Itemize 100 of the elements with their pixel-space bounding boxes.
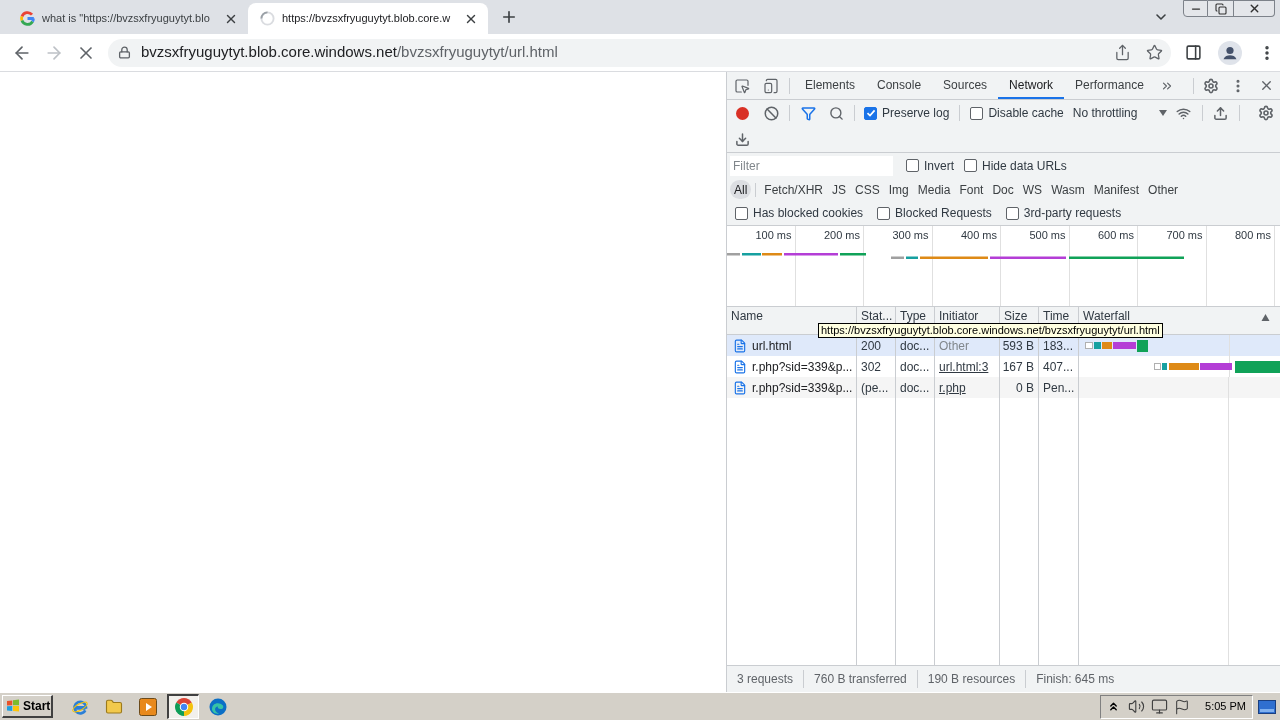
- checkbox-label[interactable]: Disable cache: [988, 104, 1064, 122]
- devtools-tab[interactable]: Sources: [932, 72, 999, 99]
- column-header[interactable]: Name: [731, 309, 763, 323]
- side-panel-icon[interactable]: [1185, 44, 1202, 61]
- g-logo-icon: [20, 11, 35, 26]
- checkbox[interactable]: [735, 206, 748, 220]
- sort-triangle-icon[interactable]: [1261, 314, 1270, 321]
- new-tab-icon[interactable]: [500, 8, 518, 26]
- column-header[interactable]: Initiator: [939, 309, 979, 323]
- clock-text[interactable]: 5:05 PM: [1205, 698, 1246, 715]
- time-tick-label: 100 ms: [755, 229, 792, 242]
- filter-input[interactable]: Filter: [730, 155, 893, 176]
- checkbox-label[interactable]: Has blocked cookies: [753, 204, 864, 222]
- devtools-tab[interactable]: Elements: [794, 72, 867, 99]
- circle-logo-icon[interactable]: [174, 698, 193, 716]
- column-header[interactable]: Time: [1043, 309, 1070, 323]
- url-host-text: bvzsxfryuguytyt.blob.core.windows.net: [141, 43, 397, 61]
- inspect-icon[interactable]: [734, 77, 750, 94]
- file-name-text[interactable]: r.php?sid=339&p...: [752, 380, 853, 395]
- type-filter-button[interactable]: Font: [955, 180, 988, 199]
- file-name-text[interactable]: url.html: [752, 338, 792, 353]
- table-cell: Pen...: [1039, 377, 1079, 398]
- type-filter-button[interactable]: Doc: [988, 180, 1018, 199]
- timing-segment: [784, 253, 838, 256]
- type-filter-button[interactable]: Media: [913, 180, 955, 199]
- type-filter-button[interactable]: Wasm: [1047, 180, 1089, 199]
- devtools-tab[interactable]: Performance: [1064, 72, 1155, 99]
- browser-tab[interactable]: what is "https://bvzsxfryuguytyt.blo: [8, 3, 248, 34]
- minimize-button[interactable]: [1183, 0, 1208, 17]
- start-button[interactable]: Start: [2, 695, 53, 718]
- checkbox[interactable]: [970, 106, 984, 120]
- status-text: 190 B resources: [917, 670, 1027, 688]
- restore-icon: [1214, 2, 1227, 15]
- request-row[interactable]: r.php?sid=339&p... (pe... doc... r.php 0 B Pen...: [727, 377, 1280, 398]
- bookmark-star-icon[interactable]: [1146, 44, 1163, 61]
- status-text: 760 B transferred: [804, 670, 918, 688]
- play-icon[interactable]: [139, 697, 157, 716]
- devices-icon[interactable]: [763, 77, 779, 94]
- type-filter-button[interactable]: Img: [884, 180, 913, 199]
- chevrons-up-icon[interactable]: [1107, 700, 1120, 713]
- settings-icon[interactable]: [1203, 77, 1219, 94]
- profile-avatar-icon[interactable]: [1218, 40, 1242, 65]
- speaker-icon[interactable]: [1128, 698, 1145, 715]
- checkbox-label[interactable]: Hide data URLs: [982, 156, 1067, 175]
- checkbox[interactable]: [877, 206, 891, 220]
- table-cell: 0 B: [1000, 377, 1039, 398]
- filter-icon[interactable]: [800, 105, 816, 121]
- settings-icon[interactable]: [1258, 105, 1274, 121]
- upload-icon[interactable]: [1213, 105, 1229, 121]
- flag-icon[interactable]: [1174, 698, 1190, 715]
- type-filter-button[interactable]: Manifest: [1089, 180, 1144, 199]
- type-filter-button[interactable]: All: [730, 180, 752, 199]
- time-tick-label: 400 ms: [960, 229, 997, 242]
- checkbox[interactable]: [906, 159, 919, 172]
- type-filter-button[interactable]: Other: [1144, 180, 1183, 199]
- search-icon[interactable]: [828, 105, 844, 121]
- browser-tab[interactable]: https://bvzsxfryuguytyt.blob.core.w: [248, 3, 488, 34]
- checkbox[interactable]: [1005, 206, 1019, 220]
- initiator-link[interactable]: url.html:3: [939, 359, 989, 374]
- folder-icon[interactable]: [105, 697, 123, 716]
- column-header[interactable]: Waterfall: [1083, 309, 1130, 323]
- checkbox[interactable]: [964, 159, 977, 172]
- time-tick-label: 300 ms: [892, 229, 929, 242]
- initiator-link[interactable]: r.php: [939, 380, 966, 395]
- type-filter-button[interactable]: WS: [1018, 180, 1047, 199]
- monitor-icon[interactable]: [1151, 698, 1168, 715]
- time-tick-label: 200 ms: [823, 229, 860, 242]
- address-bar[interactable]: bvzsxfryuguytyt.blob.core.windows.net/bvzsxfryuguytyt/url.html: [108, 38, 1171, 67]
- file-name-text[interactable]: r.php?sid=339&p...: [752, 359, 853, 374]
- type-filter-button[interactable]: CSS: [851, 180, 884, 199]
- devtools-tab[interactable]: Console: [866, 72, 933, 99]
- checkbox-label[interactable]: Blocked Requests: [895, 204, 992, 222]
- type-filter-button[interactable]: JS: [828, 180, 851, 199]
- column-header[interactable]: Size: [1004, 309, 1028, 323]
- lock-icon[interactable]: [118, 46, 131, 59]
- timing-segment: [840, 253, 866, 256]
- checkbox[interactable]: [864, 106, 877, 120]
- record-icon[interactable]: [735, 106, 749, 120]
- column-header[interactable]: Type: [900, 309, 926, 323]
- initiator-text: Other: [939, 338, 969, 353]
- dropdown-caret-icon: [1158, 110, 1167, 116]
- checkbox-label[interactable]: Invert: [924, 156, 954, 175]
- checkbox-label[interactable]: 3rd-party requests: [1023, 204, 1122, 222]
- checkbox-label[interactable]: Preserve log: [882, 104, 950, 122]
- timing-segment: [727, 253, 740, 256]
- wave-logo-icon[interactable]: [209, 697, 227, 716]
- restore-button[interactable]: [1208, 0, 1234, 17]
- throttling-select[interactable]: No throttling: [1069, 103, 1170, 123]
- prohibited-icon[interactable]: [763, 105, 779, 121]
- share-icon[interactable]: [1114, 44, 1131, 61]
- taskbar-button[interactable]: [167, 694, 199, 719]
- download-icon[interactable]: [734, 131, 750, 147]
- column-header[interactable]: Stat...: [861, 309, 893, 323]
- time-tick-label: 700 ms: [1166, 229, 1203, 242]
- url-path-text: /bvzsxfryuguytyt/url.html: [396, 43, 558, 61]
- close-window-button[interactable]: [1234, 0, 1275, 17]
- wifi-icon[interactable]: [1176, 105, 1192, 121]
- screen-icon[interactable]: [1258, 699, 1276, 714]
- url-tooltip: https://bvzsxfryuguytyt.blob.core.windows.net/bvzsxfryuguytyt/url.html: [818, 323, 1163, 338]
- type-filter-button[interactable]: Fetch/XHR: [760, 180, 828, 199]
